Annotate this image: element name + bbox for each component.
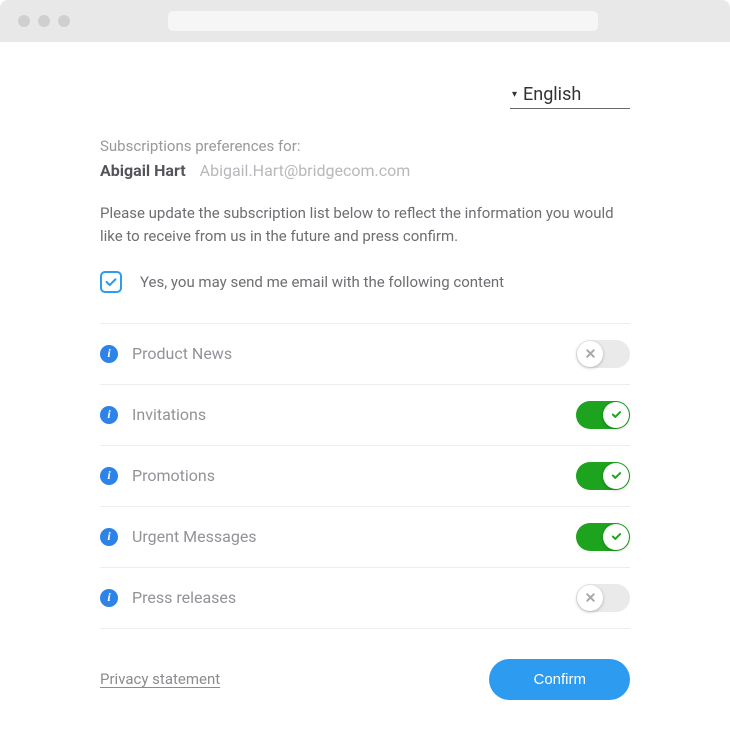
subscription-row: i Invitations [100, 385, 630, 446]
toggle-knob [603, 524, 629, 550]
user-name: Abigail Hart [100, 161, 186, 180]
check-icon [610, 469, 623, 482]
info-icon[interactable]: i [100, 528, 118, 546]
confirm-button[interactable]: Confirm [489, 659, 630, 700]
subscription-label: Product News [132, 344, 562, 363]
toggle-knob [577, 341, 603, 367]
subscription-toggle[interactable] [576, 401, 630, 429]
toggle-knob [603, 402, 629, 428]
footer-row: Privacy statement Confirm [100, 659, 630, 700]
info-icon[interactable]: i [100, 467, 118, 485]
subscription-row: i Promotions [100, 446, 630, 507]
subscriptions-list: i Product News i Invitations i Promotions i Urg… [100, 323, 630, 629]
page-content: ▾ English Subscriptions preferences for:… [0, 42, 730, 730]
consent-row: Yes, you may send me email with the foll… [100, 271, 630, 293]
subscription-row: i Product News [100, 324, 630, 385]
toggle-knob [603, 463, 629, 489]
window-minimize-icon[interactable] [38, 15, 50, 27]
x-icon [584, 347, 597, 360]
window-close-icon[interactable] [18, 15, 30, 27]
subscription-label: Invitations [132, 405, 562, 424]
user-identity: Abigail Hart Abigail.Hart@bridgecom.com [100, 161, 630, 180]
info-icon[interactable]: i [100, 345, 118, 363]
toggle-knob [577, 585, 603, 611]
check-icon [610, 530, 623, 543]
browser-chrome [0, 0, 730, 42]
info-icon[interactable]: i [100, 406, 118, 424]
privacy-link[interactable]: Privacy statement [100, 670, 220, 688]
subscription-row: i Urgent Messages [100, 507, 630, 568]
subscription-label: Press releases [132, 588, 562, 607]
instructions-text: Please update the subscription list belo… [100, 202, 630, 249]
chevron-down-icon: ▾ [512, 89, 517, 100]
subscription-toggle[interactable] [576, 462, 630, 490]
address-bar[interactable] [168, 11, 598, 31]
info-icon[interactable]: i [100, 589, 118, 607]
subscription-toggle[interactable] [576, 584, 630, 612]
window-maximize-icon[interactable] [58, 15, 70, 27]
subscription-label: Urgent Messages [132, 527, 562, 546]
user-email: Abigail.Hart@bridgecom.com [200, 161, 411, 180]
consent-checkbox[interactable] [100, 271, 122, 293]
check-icon [610, 408, 623, 421]
language-select[interactable]: ▾ English [510, 82, 630, 109]
subscription-label: Promotions [132, 466, 562, 485]
subscription-toggle[interactable] [576, 340, 630, 368]
prefs-for-label: Subscriptions preferences for: [100, 137, 630, 155]
language-label: English [523, 84, 581, 105]
x-icon [584, 591, 597, 604]
subscription-row: i Press releases [100, 568, 630, 629]
subscription-toggle[interactable] [576, 523, 630, 551]
check-icon [104, 275, 118, 289]
consent-label: Yes, you may send me email with the foll… [140, 273, 504, 291]
